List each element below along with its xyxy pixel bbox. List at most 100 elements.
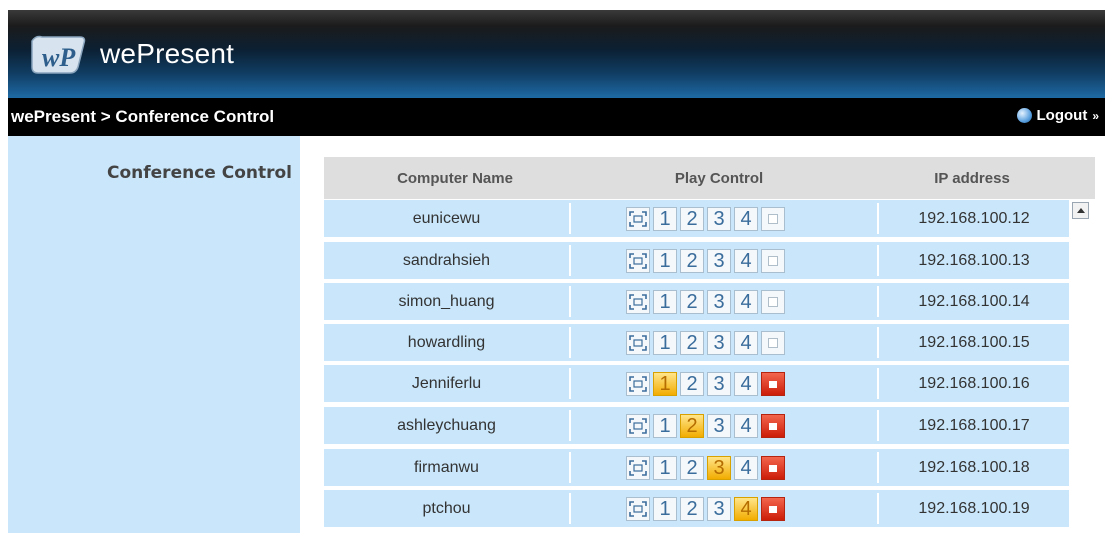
stop-button[interactable] [761,207,785,231]
split-1-button[interactable]: 1 [653,207,677,231]
split-1-button[interactable]: 1 [653,249,677,273]
sidebar-item-conference-control[interactable]: Conference Control [107,163,292,183]
ip-address-cell: 192.168.100.13 [918,252,1030,269]
split-4-button[interactable]: 4 [734,290,758,314]
fullscreen-button[interactable] [626,207,650,231]
split-2-button[interactable]: 2 [680,372,704,396]
scroll-up-arrow-icon[interactable] [1072,202,1089,219]
fullscreen-icon [629,460,647,476]
fullscreen-icon [629,211,647,227]
split-3-button[interactable]: 3 [707,497,731,521]
play-control-group: 1234 [626,414,785,438]
split-3-button[interactable]: 3 [707,290,731,314]
column-header-computer-name: Computer Name [397,170,513,187]
ip-address-cell: 192.168.100.18 [918,459,1030,476]
play-control-group: 1234 [626,456,785,480]
play-control-group: 1234 [626,497,785,521]
split-2-button[interactable]: 2 [680,249,704,273]
ip-address-cell: 192.168.100.15 [918,334,1030,351]
fullscreen-button[interactable] [626,372,650,396]
fullscreen-icon [629,294,647,310]
svg-text:wP: wP [42,43,76,72]
split-4-button[interactable]: 4 [734,456,758,480]
sidebar: Conference Control [8,136,300,533]
split-4-button[interactable]: 4 [734,372,758,396]
column-divider [569,245,571,276]
column-header-ip-address: IP address [934,170,1010,187]
column-divider [569,410,571,441]
table-row: Jenniferlu 1 2 3 4 192.168.100.16 [324,365,1069,402]
table-row: firmanwu 1 2 3 4 192.168.100.18 [324,449,1069,486]
split-2-button[interactable]: 2 [680,497,704,521]
split-4-button[interactable]: 4 [734,207,758,231]
stop-button[interactable] [761,331,785,355]
stop-button[interactable] [761,456,785,480]
table-row: ptchou 1 2 3 4 192.168.100.19 [324,490,1069,527]
stop-icon [769,505,777,513]
split-4-button[interactable]: 4 [734,414,758,438]
split-1-button[interactable]: 1 [653,290,677,314]
split-2-button[interactable]: 2 [680,456,704,480]
split-1-button[interactable]: 1 [653,414,677,438]
table-header: Computer Name Play Control IP address [324,157,1095,199]
split-2-button[interactable]: 2 [680,331,704,355]
split-3-button[interactable]: 3 [707,249,731,273]
split-1-button[interactable]: 1 [653,372,677,396]
table-row: simon_huang 1 2 3 4 192.168.100.14 [324,283,1069,320]
fullscreen-icon [629,418,647,434]
computer-name-cell: ptchou [422,500,471,517]
computer-name-cell: firmanwu [414,459,479,476]
fullscreen-button[interactable] [626,497,650,521]
nav-bar: wePresent > Conference Control Logout » [8,98,1105,136]
split-3-button[interactable]: 3 [707,207,731,231]
split-3-button[interactable]: 3 [707,456,731,480]
split-4-button[interactable]: 4 [734,497,758,521]
table-row: howardling 1 2 3 4 192.168.100.15 [324,324,1069,361]
play-control-group: 1234 [626,372,785,396]
column-divider [569,327,571,358]
play-control-group: 1234 [626,331,785,355]
fullscreen-button[interactable] [626,331,650,355]
split-2-button[interactable]: 2 [680,290,704,314]
stop-button[interactable] [761,290,785,314]
fullscreen-button[interactable] [626,456,650,480]
app-header: wP wePresent [8,10,1105,98]
scrollbar[interactable] [1070,199,1095,533]
stop-icon [769,422,777,430]
stop-button[interactable] [761,249,785,273]
fullscreen-button[interactable] [626,249,650,273]
breadcrumb: wePresent > Conference Control [11,107,275,126]
computer-name-cell: eunicewu [412,210,481,227]
split-2-button[interactable]: 2 [680,414,704,438]
split-1-button[interactable]: 1 [653,456,677,480]
split-3-button[interactable]: 3 [707,414,731,438]
split-1-button[interactable]: 1 [653,497,677,521]
stop-icon [769,464,777,472]
stop-button[interactable] [761,497,785,521]
fullscreen-icon [629,253,647,269]
split-3-button[interactable]: 3 [707,331,731,355]
split-4-button[interactable]: 4 [734,331,758,355]
logout-label: Logout [1036,107,1088,124]
split-4-button[interactable]: 4 [734,249,758,273]
computer-name-cell: ashleychuang [397,417,496,434]
split-3-button[interactable]: 3 [707,372,731,396]
stop-icon [768,256,778,266]
split-2-button[interactable]: 2 [680,207,704,231]
computer-name-cell: simon_huang [398,293,495,310]
split-1-button[interactable]: 1 [653,331,677,355]
table-row: ashleychuang 1 2 3 4 192.168.100.17 [324,407,1069,444]
stop-button[interactable] [761,372,785,396]
fullscreen-icon [629,501,647,517]
stop-button[interactable] [761,414,785,438]
column-divider [569,452,571,483]
ip-address-cell: 192.168.100.16 [918,375,1030,392]
column-divider [569,286,571,317]
wepresent-logo: wP wePresent [28,30,234,78]
fullscreen-button[interactable] [626,414,650,438]
logout-button[interactable]: Logout » [1016,107,1099,124]
globe-icon [1016,108,1032,123]
fullscreen-button[interactable] [626,290,650,314]
play-control-group: 1234 [626,290,785,314]
column-divider [569,368,571,399]
